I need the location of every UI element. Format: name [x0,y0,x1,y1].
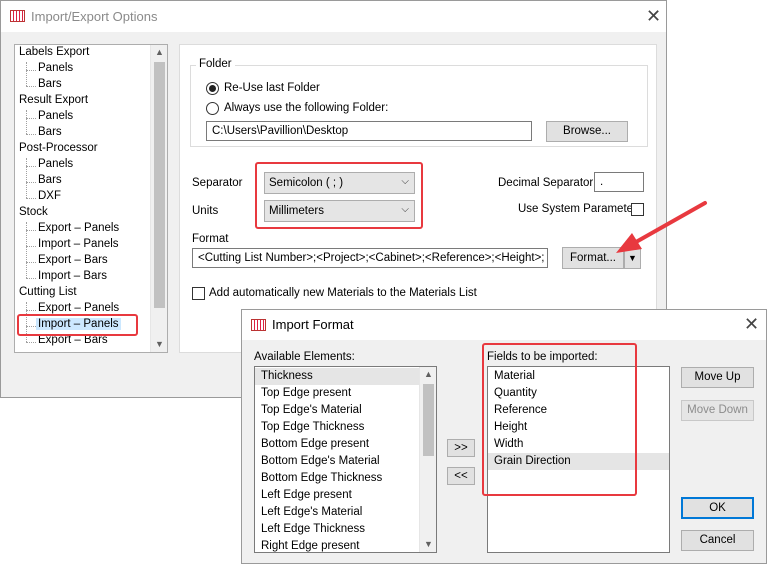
tree-connector [26,182,36,183]
window-title: Import/Export Options [31,9,158,24]
tree-child-item[interactable]: Import – Bars [38,270,107,282]
scroll-down-icon[interactable]: ▼ [151,337,168,351]
always-folder-radio[interactable] [206,102,219,115]
tree-connector [26,110,27,134]
available-element-item[interactable]: Top Edge Thickness [255,419,419,436]
decimal-separator-field[interactable]: . [594,172,644,192]
tree-child-item[interactable]: Panels [38,110,73,122]
tree-child-item[interactable]: Import – Panels [38,238,119,250]
folder-path-field[interactable]: C:\Users\Pavillion\Desktop [206,121,532,141]
tree-connector [26,230,36,231]
available-element-item[interactable]: Bottom Edge Thickness [255,470,419,487]
tree-child-item[interactable]: Bars [38,78,62,90]
decimal-separator-label: Decimal Separator [498,177,594,189]
tree-connector [26,158,27,198]
format-field[interactable]: <Cutting List Number>;<Project>;<Cabinet… [192,248,548,268]
tree-connector [26,278,36,279]
available-elements-label: Available Elements: [254,351,355,363]
app-grid-icon [10,10,25,22]
units-label: Units [192,205,219,217]
tree-connector [26,86,36,87]
available-element-item[interactable]: Top Edge's Material [255,402,419,419]
available-element-item[interactable]: Bottom Edge's Material [255,453,419,470]
dialog-title: Import Format [272,317,354,332]
tree-parent-item[interactable]: Result Export [19,94,88,106]
tree-connector [26,246,36,247]
close-icon[interactable]: ✕ [646,7,661,25]
separator-units-highlight [255,162,423,229]
available-element-item[interactable]: Right Edge present [255,538,419,552]
arrow-head [616,233,642,253]
dialog-title-bar: Import Format ✕ [242,310,766,340]
scroll-down-icon[interactable]: ▼ [420,537,436,551]
remove-field-button[interactable]: << [447,467,475,485]
tree-parent-item[interactable]: Post-Processor [19,142,98,154]
available-elements-list[interactable]: Thickness Top Edge present Top Edge's Mate… [254,366,437,553]
available-element-item[interactable]: Left Edge's Material [255,504,419,521]
tree-connector [26,62,27,86]
tree-connector [26,310,36,311]
tree-child-item[interactable]: Panels [38,158,73,170]
scroll-up-icon[interactable]: ▲ [151,45,168,59]
ok-button[interactable]: OK [681,497,754,519]
available-element-item[interactable]: Thickness [255,368,419,385]
browse-button[interactable]: Browse... [546,121,628,142]
always-folder-label: Always use the following Folder: [224,102,389,114]
cancel-button[interactable]: Cancel [681,530,754,551]
folder-group-label: Folder [196,58,235,70]
tree-connector [26,118,36,119]
red-arrow-annotation [616,201,707,253]
tree-child-item[interactable]: Export – Panels [38,222,119,234]
tree-connector [26,134,36,135]
move-up-button[interactable]: Move Up [681,367,754,388]
tree-child-item[interactable]: Bars [38,126,62,138]
tree-parent-item[interactable]: Stock [19,206,48,218]
arrow-shaft [634,201,707,244]
add-materials-checkbox[interactable] [192,287,205,300]
options-tree[interactable]: Labels Export Panels Bars Result Export Pane… [14,44,168,353]
move-down-button[interactable]: Move Down [681,400,754,421]
available-element-item[interactable]: Top Edge present [255,385,419,402]
tree-child-item[interactable]: DXF [38,190,61,202]
available-element-item[interactable]: Bottom Edge present [255,436,419,453]
available-element-item[interactable]: Left Edge present [255,487,419,504]
app-grid-icon [251,319,266,331]
scroll-up-icon[interactable]: ▲ [420,367,436,381]
tree-child-item[interactable]: Export – Panels [38,302,119,314]
tree-child-item[interactable]: Export – Bars [38,254,108,266]
tree-selection-highlight [17,314,138,336]
tree-connector [26,222,27,278]
available-element-item[interactable]: Left Edge Thickness [255,521,419,538]
reuse-folder-label: Re-Use last Folder [224,82,320,94]
tree-connector [26,198,36,199]
fields-highlight [482,343,637,496]
tree-child-item[interactable]: Bars [38,174,62,186]
tree-child-item[interactable]: Panels [38,62,73,74]
options-panel: Folder Re-Use last Folder Always use the… [179,44,657,353]
available-scroll-thumb[interactable] [423,384,434,456]
format-label: Format [192,233,229,245]
tree-connector [26,342,36,343]
available-scrollbar[interactable]: ▲ ▼ [419,367,436,552]
reuse-folder-radio[interactable] [206,82,219,95]
title-bar: Import/Export Options ✕ [1,1,666,32]
tree-parent-item[interactable]: Labels Export [19,46,89,58]
add-materials-label: Add automatically new Materials to the M… [209,287,477,299]
tree-scrollbar[interactable]: ▲ ▼ [150,45,167,352]
add-field-button[interactable]: >> [447,439,475,457]
import-format-dialog: Import Format ✕ Available Elements: Thic… [241,309,767,564]
tree-parent-item[interactable]: Cutting List [19,286,77,298]
tree-connector [26,166,36,167]
tree-scroll-thumb[interactable] [154,62,165,308]
tree-connector [26,70,36,71]
tree-connector [26,262,36,263]
separator-label: Separator [192,177,243,189]
close-icon[interactable]: ✕ [744,315,759,333]
